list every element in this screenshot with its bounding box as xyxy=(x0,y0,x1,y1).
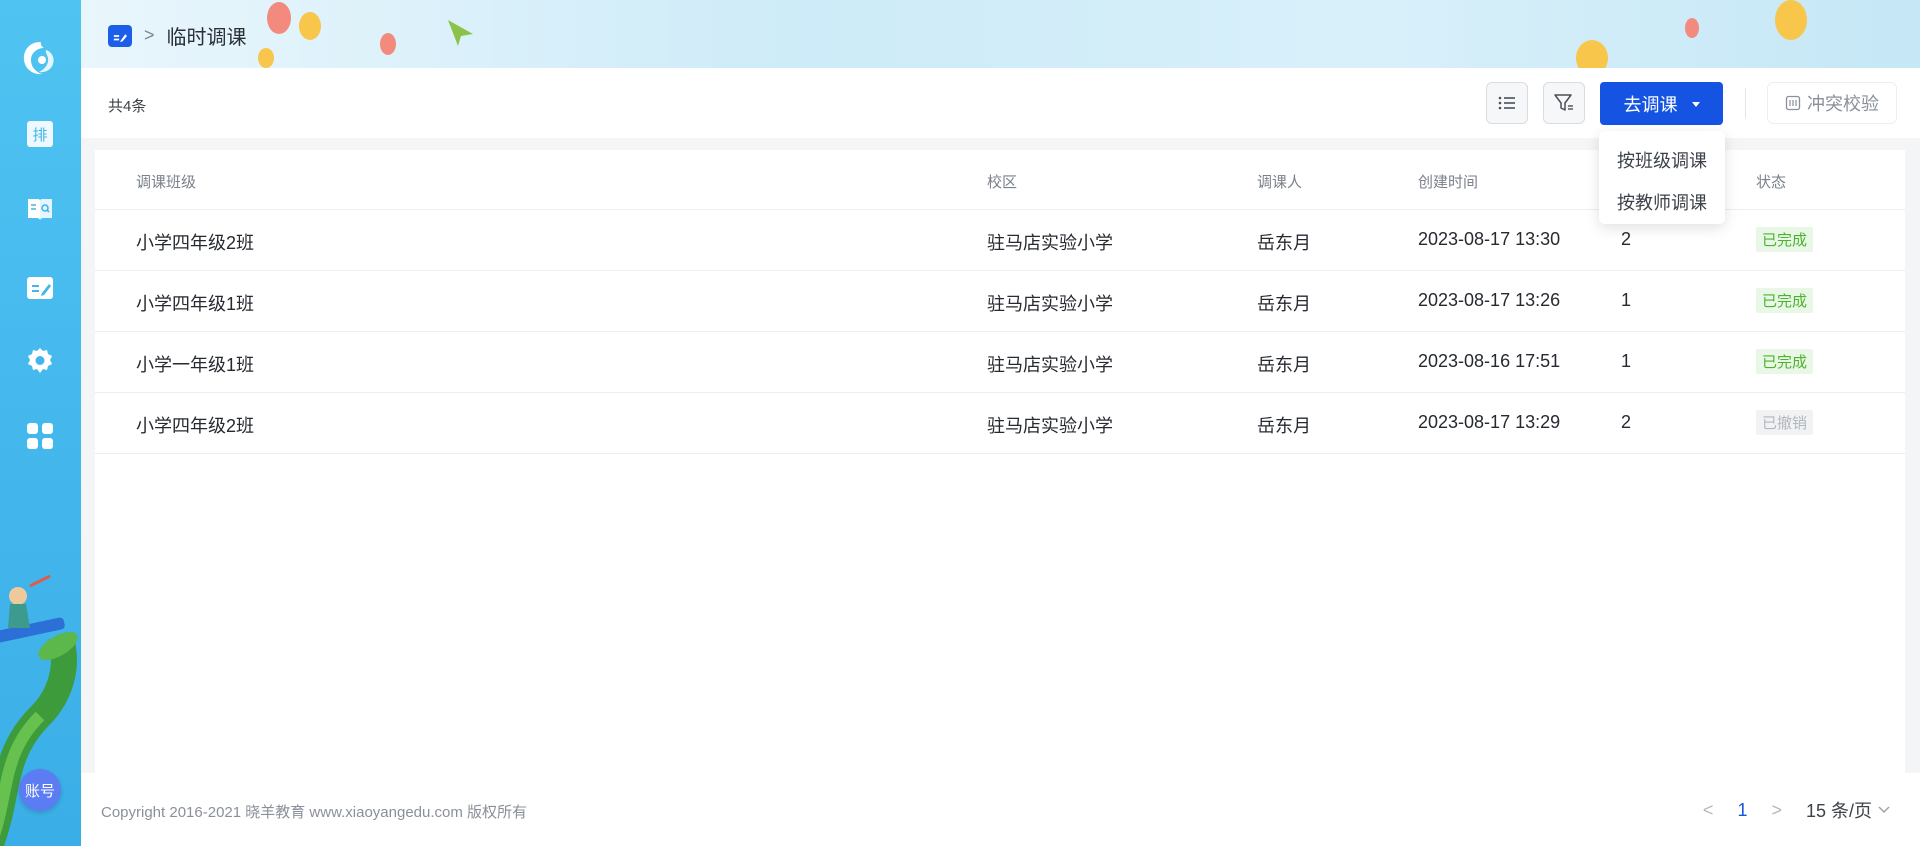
page-size-select[interactable]: 15 条/页 xyxy=(1806,797,1890,823)
menu-item-by-class[interactable]: 按班级调课 xyxy=(1599,139,1725,181)
list-view-button[interactable] xyxy=(1486,82,1528,124)
apps-grid-icon[interactable] xyxy=(24,420,56,452)
status-badge: 已完成 xyxy=(1756,349,1814,374)
adjustment-table: 调课班级 校区 调课人 创建时间 状态 小学四年级2班 驻马店实验小学 岳东月 … xyxy=(95,150,1905,773)
column-header-person: 调课人 xyxy=(1257,174,1303,191)
cell-count: 2 xyxy=(1621,229,1632,249)
schedule-icon[interactable]: 排 xyxy=(24,118,56,150)
page-header: > 临时调课 xyxy=(81,0,1920,68)
svg-text:排: 排 xyxy=(32,126,47,144)
page-number[interactable]: 1 xyxy=(1737,800,1747,821)
settings-gear-icon[interactable] xyxy=(24,345,56,377)
cell-class: 小学四年级2班 xyxy=(136,416,255,436)
page-title: 临时调课 xyxy=(166,27,247,49)
calculator-icon xyxy=(1785,95,1801,111)
cell-created: 2023-08-17 13:30 xyxy=(1418,229,1561,249)
caret-down-icon xyxy=(1691,102,1700,107)
adjust-course-dropdown: 按班级调课 按教师调课 xyxy=(1599,131,1725,224)
table-row[interactable]: 小学四年级2班 驻马店实验小学 岳东月 2023-08-17 13:29 2 已… xyxy=(95,393,1905,454)
prev-page-icon[interactable]: < xyxy=(1703,800,1714,821)
page-size-label: 15 条/页 xyxy=(1805,801,1872,821)
filter-button[interactable] xyxy=(1543,82,1585,124)
table-row[interactable]: 小学四年级1班 驻马店实验小学 岳东月 2023-08-17 13:26 1 已… xyxy=(95,271,1905,332)
cell-count: 2 xyxy=(1621,412,1632,432)
adjust-course-button[interactable]: 去调课 xyxy=(1600,82,1723,125)
column-header-created: 创建时间 xyxy=(1418,174,1479,191)
list-icon xyxy=(1498,96,1515,110)
column-header-class: 调课班级 xyxy=(136,174,197,191)
pagination: < 1 > 15 条/页 xyxy=(1703,797,1890,823)
cell-person: 岳东月 xyxy=(1257,355,1311,375)
cell-campus: 驻马店实验小学 xyxy=(987,233,1113,253)
conflict-check-button[interactable]: 冲突校验 xyxy=(1767,82,1897,124)
status-badge: 已完成 xyxy=(1756,227,1814,252)
table-row[interactable]: 小学一年级1班 驻马店实验小学 岳东月 2023-08-16 17:51 1 已… xyxy=(95,332,1905,393)
cell-campus: 驻马店实验小学 xyxy=(987,355,1113,375)
column-header-campus: 校区 xyxy=(987,174,1018,191)
status-badge: 已完成 xyxy=(1756,288,1814,313)
menu-item-by-teacher[interactable]: 按教师调课 xyxy=(1599,181,1725,223)
next-page-icon[interactable]: > xyxy=(1771,800,1782,821)
cell-created: 2023-08-17 13:26 xyxy=(1418,290,1561,310)
breadcrumb: > 临时调课 xyxy=(108,21,247,50)
cell-campus: 驻马店实验小学 xyxy=(987,294,1113,314)
cell-campus: 驻马店实验小学 xyxy=(987,416,1113,436)
logo-icon[interactable] xyxy=(18,36,62,80)
balloon-decoration xyxy=(258,0,1807,68)
toolbar-divider xyxy=(1745,88,1746,118)
column-header-status: 状态 xyxy=(1756,174,1787,191)
cell-count: 1 xyxy=(1621,351,1632,371)
sidebar: 排 账号 xyxy=(0,0,81,846)
chevron-down-icon xyxy=(1878,806,1890,813)
cell-person: 岳东月 xyxy=(1257,294,1311,314)
cell-count: 1 xyxy=(1621,290,1632,310)
breadcrumb-separator: > xyxy=(144,25,155,45)
adjust-course-icon[interactable] xyxy=(108,24,132,47)
cell-created: 2023-08-16 17:51 xyxy=(1418,351,1561,371)
total-count: 共4条 xyxy=(108,98,147,115)
course-search-icon[interactable] xyxy=(24,193,56,225)
cell-person: 岳东月 xyxy=(1257,233,1311,253)
toolbar: 共4条 去调课 冲突校验 xyxy=(81,68,1920,138)
conflict-check-label: 冲突校验 xyxy=(1807,94,1879,114)
adjust-course-label: 去调课 xyxy=(1623,94,1678,115)
copyright-text: Copyright 2016-2021 晓羊教育 www.xiaoyangedu… xyxy=(101,804,528,821)
cell-created: 2023-08-17 13:29 xyxy=(1418,412,1561,432)
cell-class: 小学四年级2班 xyxy=(136,233,255,253)
cell-class: 小学一年级1班 xyxy=(136,355,255,375)
cell-class: 小学四年级1班 xyxy=(136,294,255,314)
cell-person: 岳东月 xyxy=(1257,416,1311,436)
adjust-course-icon[interactable] xyxy=(24,272,56,304)
filter-icon xyxy=(1554,94,1573,111)
account-avatar[interactable]: 账号 xyxy=(19,769,61,811)
footer: Copyright 2016-2021 晓羊教育 www.xiaoyangedu… xyxy=(81,773,1920,846)
status-badge: 已撤销 xyxy=(1756,410,1814,435)
